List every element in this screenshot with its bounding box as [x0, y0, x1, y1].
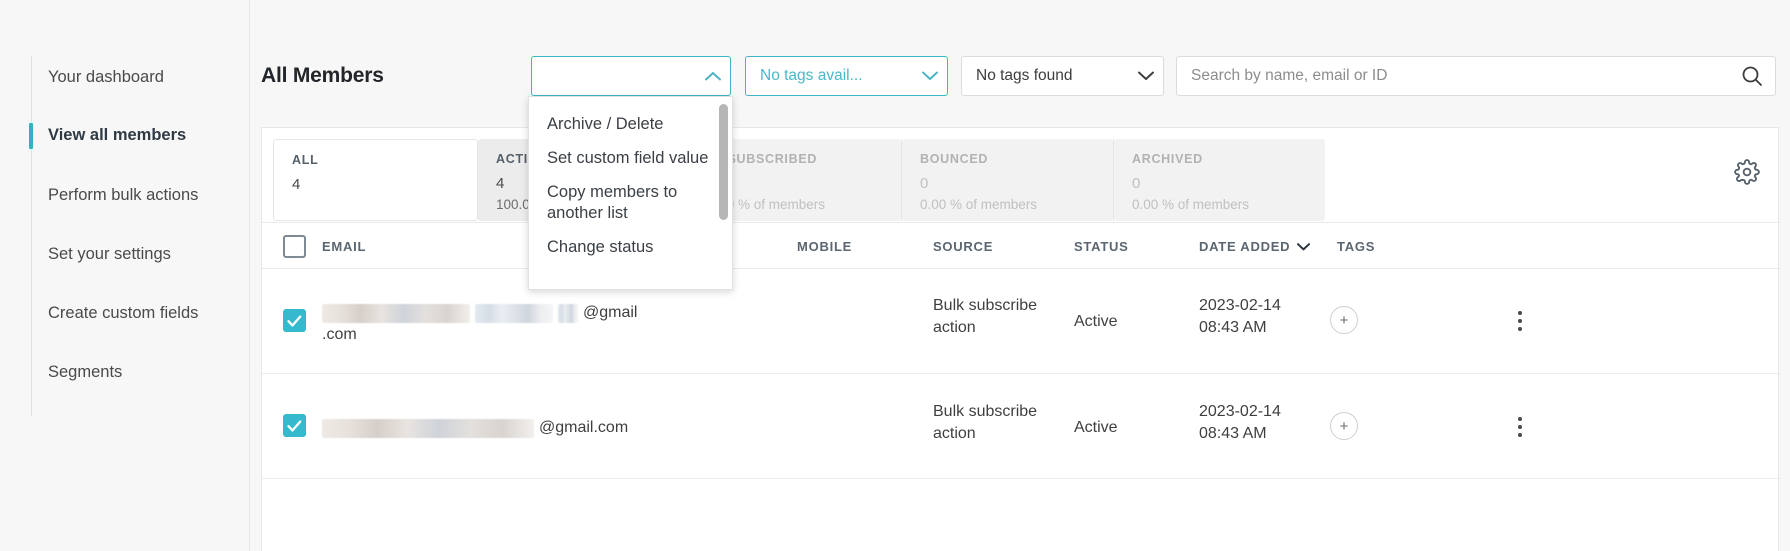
stat-percent: 0.00 % of members	[708, 196, 826, 212]
dropdown-item-copy-members[interactable]: Copy members to another list	[529, 169, 732, 224]
stat-value: 4	[292, 176, 301, 193]
stat-label: ARCHIVED	[1132, 152, 1203, 166]
bulk-action-dropdown-menu[interactable]: Archive / Delete Set custom field value …	[528, 96, 733, 290]
search-box[interactable]	[1176, 56, 1776, 96]
add-tag-button[interactable]: +	[1330, 412, 1358, 440]
tags-available-select[interactable]: No tags avail...	[745, 56, 948, 96]
redacted-email-part	[322, 303, 470, 323]
chevron-up-icon	[696, 71, 730, 81]
stat-value: 0	[708, 173, 901, 195]
stat-label: BOUNCED	[920, 152, 989, 166]
stat-card-archived[interactable]: ARCHIVED 0 0.00 % of members	[1114, 139, 1325, 221]
email-suffix: @gmail	[583, 304, 638, 321]
redacted-email-part	[475, 303, 553, 323]
row-actions-menu-icon[interactable]	[1507, 413, 1533, 441]
sidebar-rail	[31, 56, 32, 416]
stat-label: UNSUBSCRIBED	[708, 152, 818, 166]
page-title: All Members	[261, 64, 384, 87]
cell-source: Bulk subscribe action	[933, 297, 1038, 337]
column-header-tags[interactable]: TAGS	[1337, 239, 1375, 254]
cell-email: @gmail .com	[322, 302, 922, 346]
cell-date-added: 2023-02-14 08:43 AM	[1199, 297, 1281, 337]
chevron-down-icon	[1297, 239, 1311, 254]
column-header-source[interactable]: SOURCE	[933, 239, 993, 254]
stat-percent: 0.00 % of members	[1132, 196, 1250, 212]
gear-icon[interactable]	[1734, 159, 1760, 185]
row-select-checkbox[interactable]	[283, 309, 306, 332]
table-row[interactable]: @gmail .com Bulk subscribe action Active…	[262, 269, 1780, 374]
stat-percent: 0.00 % of members	[920, 196, 1038, 212]
sidebar: Your dashboard View all members Perform …	[0, 0, 250, 551]
table-row[interactable]: @gmail.com Bulk subscribe action Active …	[262, 374, 1780, 479]
stat-card-all[interactable]: ALL 4	[273, 139, 478, 221]
cell-date-added: 2023-02-14 08:43 AM	[1199, 403, 1281, 443]
dropdown-item-archive-delete[interactable]: Archive / Delete	[529, 97, 732, 135]
cell-email: @gmail.com	[322, 417, 922, 439]
tags-found-select-value: No tags found	[976, 67, 1073, 84]
email-suffix-wrap: .com	[322, 326, 357, 344]
dropdown-item-change-status[interactable]: Change status	[529, 224, 732, 258]
main-content: All Members No tags avail... No tags fou…	[250, 0, 1790, 551]
chevron-down-icon	[1129, 71, 1163, 81]
redacted-email-part	[558, 303, 578, 323]
email-suffix: @gmail.com	[539, 419, 629, 436]
column-header-date-added[interactable]: DATE ADDED	[1199, 239, 1311, 254]
stat-value: 0	[920, 175, 929, 192]
stat-label: ALL	[292, 153, 319, 167]
search-input[interactable]	[1177, 67, 1729, 85]
redacted-email-part	[322, 418, 534, 438]
row-actions-menu-icon[interactable]	[1507, 307, 1533, 335]
column-header-email[interactable]: EMAIL	[322, 239, 366, 254]
sidebar-item-view-all-members[interactable]: View all members	[48, 127, 186, 144]
stat-card-bounced[interactable]: BOUNCED 0 0.00 % of members	[902, 139, 1113, 221]
column-header-mobile[interactable]: MOBILE	[797, 239, 852, 254]
sidebar-item-your-dashboard[interactable]: Your dashboard	[48, 69, 164, 86]
stats-row: ALL 4 ACTIVE 4 100.00 % of members UNSUB…	[262, 128, 1780, 221]
sidebar-item-perform-bulk-actions[interactable]: Perform bulk actions	[48, 187, 198, 204]
row-select-checkbox[interactable]	[283, 414, 306, 437]
add-tag-button[interactable]: +	[1330, 306, 1358, 334]
table-header: EMAIL MOBILE SOURCE STATUS DATE ADDED TA…	[262, 222, 1780, 269]
search-icon[interactable]	[1729, 65, 1775, 87]
dropdown-item-set-custom-field[interactable]: Set custom field value	[529, 135, 732, 169]
column-header-date-added-label: DATE ADDED	[1199, 239, 1291, 254]
cell-status: Active	[1074, 313, 1118, 330]
sidebar-active-marker	[29, 123, 33, 149]
tags-found-select[interactable]: No tags found	[961, 56, 1164, 96]
chevron-down-icon	[913, 71, 947, 81]
sidebar-item-create-custom-fields[interactable]: Create custom fields	[48, 305, 198, 322]
select-all-checkbox[interactable]	[283, 235, 306, 258]
bulk-action-select[interactable]	[531, 56, 731, 96]
dropdown-scrollbar-thumb[interactable]	[719, 104, 728, 220]
tags-available-select-value: No tags avail...	[760, 67, 863, 84]
sidebar-item-segments[interactable]: Segments	[48, 364, 122, 381]
column-header-status[interactable]: STATUS	[1074, 239, 1129, 254]
sidebar-item-set-your-settings[interactable]: Set your settings	[48, 246, 171, 263]
members-page: Your dashboard View all members Perform …	[0, 0, 1790, 551]
members-panel: ALL 4 ACTIVE 4 100.00 % of members UNSUB…	[261, 127, 1780, 551]
stat-value: 0	[1132, 175, 1141, 192]
cell-status: Active	[1074, 419, 1118, 436]
cell-source: Bulk subscribe action	[933, 403, 1038, 443]
